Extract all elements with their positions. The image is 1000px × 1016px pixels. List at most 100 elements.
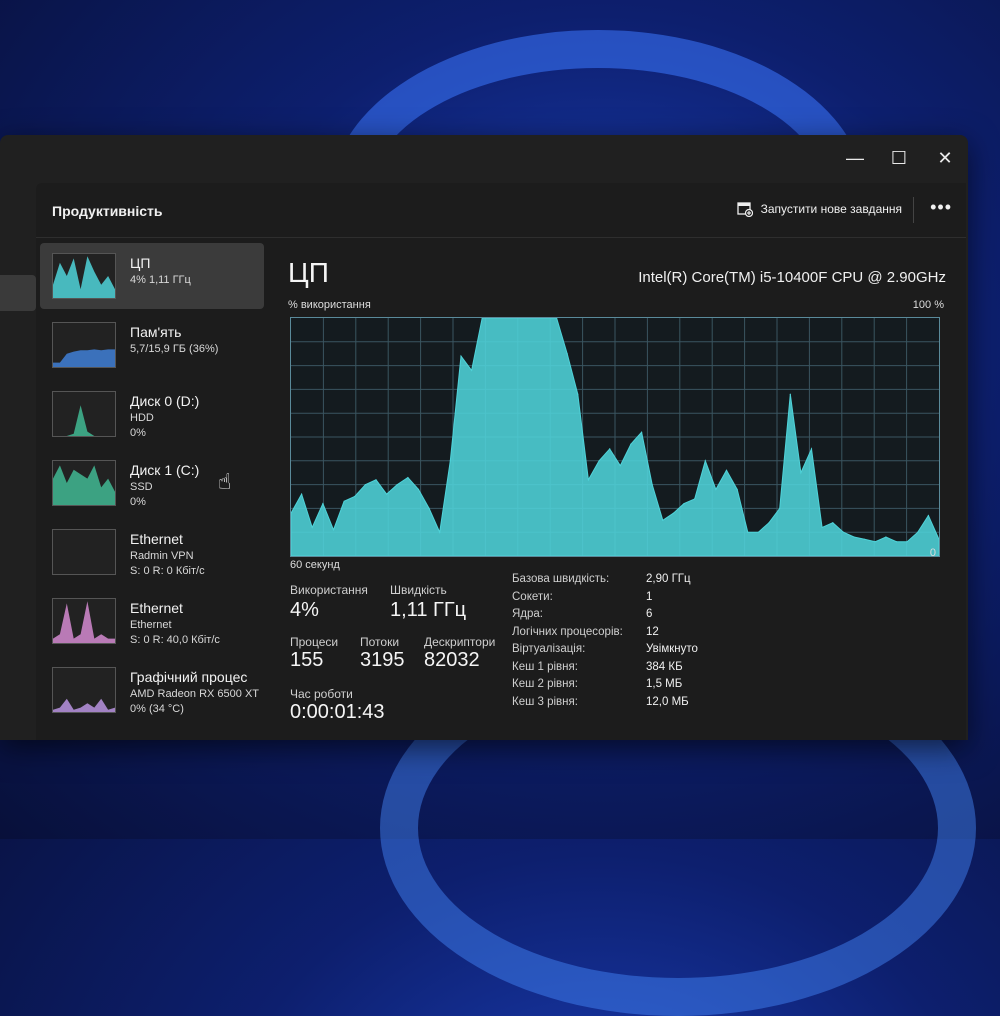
cpu-usage-point	[683, 503, 685, 505]
cpu-usage-point	[322, 503, 324, 505]
uptime-label: Час роботи	[290, 687, 353, 701]
spec-value: 1,5 МБ	[646, 678, 683, 690]
cpu-usage-point	[736, 488, 738, 490]
cpu-usage-point	[641, 431, 643, 433]
cpu-usage-point	[460, 355, 462, 357]
spec-key: Ядра:	[512, 608, 544, 620]
cpu-usage-point	[747, 531, 749, 533]
cpu-usage-chart	[290, 317, 940, 557]
sidebar-item-name: Пам'ять	[130, 324, 182, 340]
cpu-usage-point	[917, 531, 919, 533]
sidebar-item-detail: HDD	[130, 412, 154, 424]
spec-value: 12,0 МБ	[646, 695, 689, 708]
cpu-usage-point	[694, 498, 696, 500]
sidebar-thumbnail-graph	[52, 391, 116, 437]
sidebar-item-value: 0%	[130, 427, 146, 439]
spec-value: 1	[646, 590, 653, 603]
cpu-usage-point	[895, 541, 898, 543]
cpu-usage-point	[386, 493, 388, 495]
run-new-task-button[interactable]: Запустити нове завдання	[736, 201, 902, 217]
cpu-usage-point	[577, 393, 579, 395]
cpu-usage-point	[428, 507, 430, 509]
nav-selected-indicator[interactable]	[0, 275, 36, 311]
spec-value: 12	[646, 625, 659, 638]
spec-key: Базова швидкість:	[512, 573, 610, 585]
uptime-value: 0:00:01:43	[290, 701, 385, 723]
resource-title: ЦП	[288, 257, 329, 288]
sidebar-item[interactable]: Пам'ять 5,7/15,9 ГБ (36%)	[40, 312, 264, 378]
graph-x-label: 60 секунд	[290, 559, 340, 571]
hand-cursor-icon: ☝	[218, 469, 232, 494]
cpu-usage-point	[587, 479, 589, 481]
cpu-usage-point	[715, 488, 717, 490]
cpu-usage-point	[662, 519, 664, 521]
sidebar-item-detail: SSD	[130, 481, 153, 493]
task-manager-window: — ☐ ✕ Продуктивність Запустити нове завд…	[0, 135, 968, 740]
cpu-usage-point	[471, 369, 473, 371]
cpu-usage-point	[311, 526, 313, 528]
handles-label: Дескриптори	[424, 635, 496, 649]
cpu-usage-point	[885, 536, 887, 538]
spec-key: Кеш 2 рівня:	[512, 678, 578, 690]
close-button[interactable]: ✕	[930, 143, 960, 173]
cpu-usage-point	[821, 526, 823, 528]
maximize-button[interactable]: ☐	[884, 143, 914, 173]
run-new-task-label: Запустити нове завдання	[760, 202, 902, 216]
sidebar-item-name: Графічний процес	[130, 669, 248, 685]
cpu-usage-point	[704, 460, 706, 462]
speed-value: 1,11 ГГц	[390, 599, 467, 621]
minimize-button[interactable]: —	[840, 143, 870, 173]
title-bar: — ☐ ✕	[0, 135, 968, 183]
sidebar-item-name: ЦП	[130, 255, 151, 271]
spec-key: Сокети:	[512, 590, 553, 603]
spec-key: Логічних процесорів:	[512, 625, 623, 638]
speed-label: Швидкість	[390, 583, 447, 597]
cpu-usage-point	[842, 531, 845, 533]
sidebar-item-detail: Radmin VPN	[130, 550, 194, 562]
cpu-usage-point	[651, 484, 653, 486]
cpu-usage-point	[619, 465, 621, 467]
cpu-usage-point	[864, 538, 866, 540]
cpu-usage-point	[598, 460, 600, 462]
sidebar-item-value: 0%	[130, 496, 146, 508]
processes-label: Процеси	[290, 635, 339, 649]
cpu-usage-point	[396, 484, 398, 486]
cpu-usage-point	[906, 541, 908, 543]
cpu-usage-point	[364, 484, 366, 486]
sidebar-thumbnail-graph	[52, 460, 116, 506]
sidebar-item[interactable]: Графічний процес AMD Radeon RX 6500 XT 0% …	[40, 657, 264, 723]
cpu-model: Intel(R) Core(TM) i5-10400F CPU @ 2.90GH…	[638, 269, 946, 286]
threads-label: Потоки	[360, 635, 400, 649]
sidebar-item-value: S: 0 R: 0 Кбіт/с	[130, 565, 205, 577]
cpu-usage-point	[566, 353, 568, 355]
usage-value: 4%	[290, 599, 319, 621]
cpu-usage-point	[332, 529, 335, 531]
graph-x-min: 0	[929, 547, 936, 559]
cpu-usage-point	[672, 512, 674, 514]
sidebar-item[interactable]: Ethernet Ethernet S: 0 R: 40,0 Кбіт/с	[40, 588, 264, 654]
cpu-usage-point	[927, 514, 930, 517]
sidebar-item[interactable]: ЦП 4% 1,11 ГГц	[40, 243, 264, 309]
spec-value: 384 КБ	[646, 660, 683, 673]
spec-key: Кеш 3 рівня:	[512, 695, 578, 708]
cpu-usage-point	[757, 531, 759, 533]
spec-value: 2,90 ГГц	[646, 573, 691, 585]
sidebar-item[interactable]: Диск 0 (D:) HDD 0%	[40, 381, 264, 447]
cpu-usage-point	[301, 493, 303, 495]
cpu-usage-point	[375, 479, 377, 481]
sidebar-item-name: Диск 1 (C:)	[130, 462, 200, 478]
sidebar-thumbnail-graph	[52, 667, 116, 713]
graph-y-max: 100 %	[912, 299, 944, 311]
usage-label: Використання	[290, 583, 368, 597]
graph-y-label: % використання	[288, 299, 371, 311]
cpu-usage-graph	[290, 317, 940, 557]
cpu-usage-point	[449, 460, 451, 462]
cpu-usage-point	[407, 476, 409, 479]
cpu-usage-point	[810, 448, 813, 450]
sidebar-item[interactable]: Ethernet Radmin VPN S: 0 R: 0 Кбіт/с	[40, 519, 264, 585]
cpu-usage-point	[832, 522, 834, 524]
more-options-button[interactable]: •••	[930, 197, 952, 218]
sidebar-thumbnail-graph	[52, 529, 116, 575]
sidebar-item-detail: 5,7/15,9 ГБ (36%)	[130, 343, 219, 355]
new-task-icon	[736, 202, 753, 217]
